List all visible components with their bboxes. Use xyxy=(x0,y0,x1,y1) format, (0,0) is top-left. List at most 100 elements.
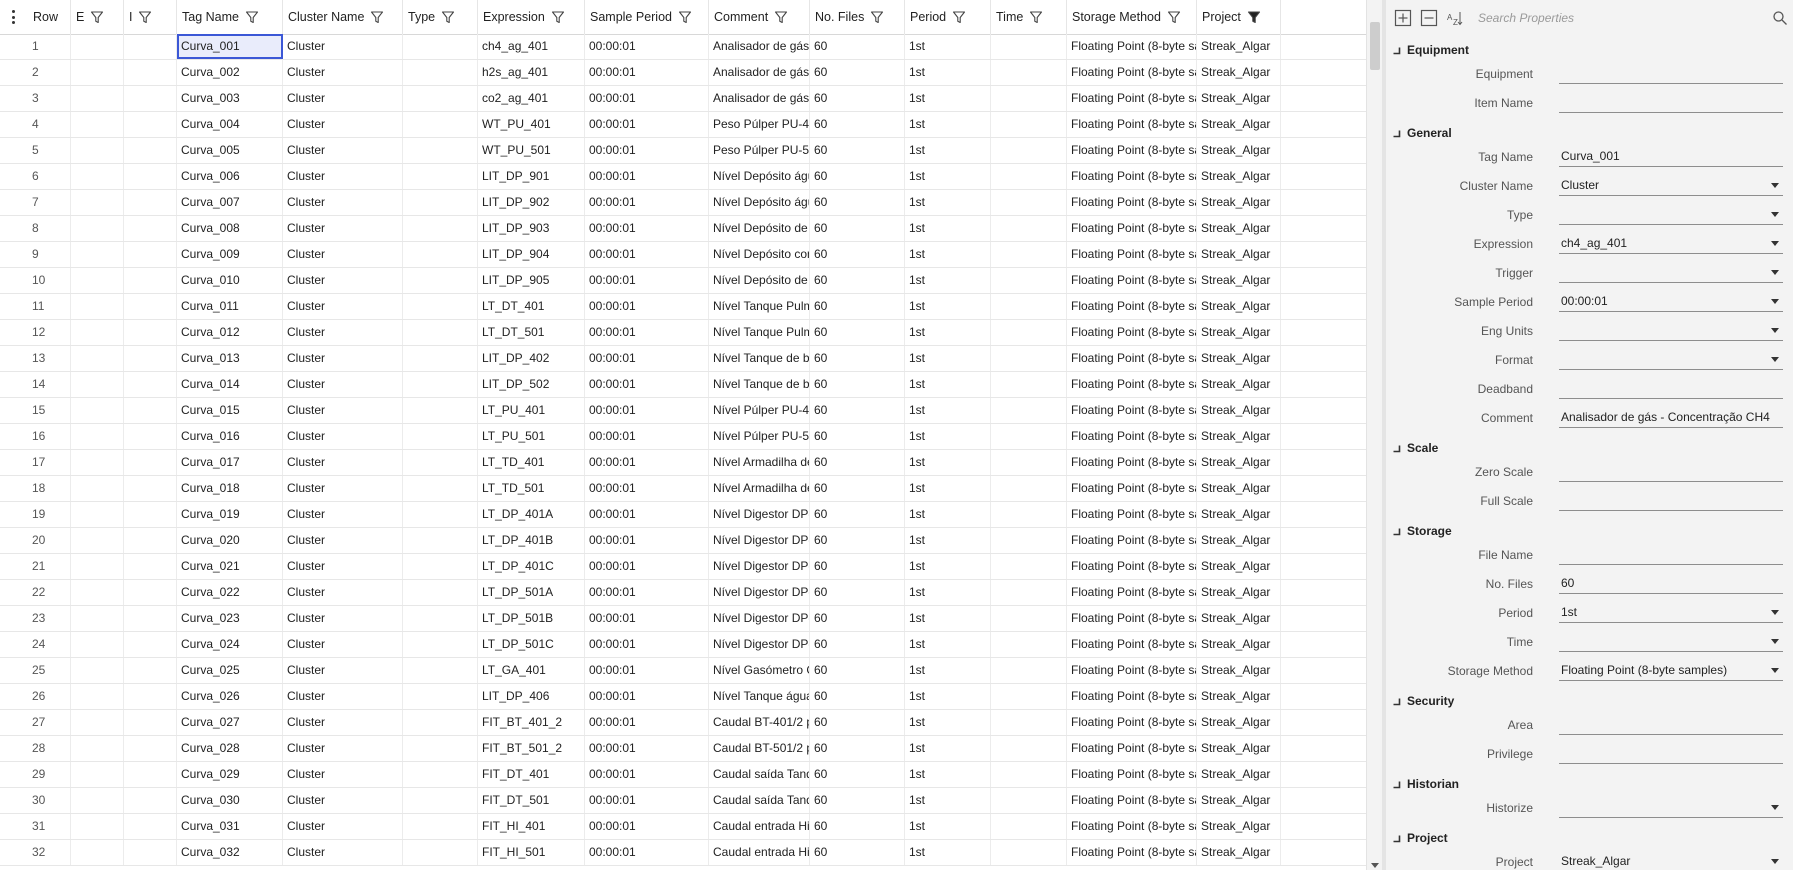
cell-type[interactable] xyxy=(403,34,478,59)
cell-c2[interactable] xyxy=(124,762,177,787)
cell-time[interactable] xyxy=(991,684,1067,709)
cell-type[interactable] xyxy=(403,580,478,605)
cell-c1[interactable] xyxy=(71,736,124,761)
cell-type[interactable] xyxy=(403,216,478,241)
cell-nofiles[interactable]: 60 xyxy=(810,424,905,449)
cell-comment[interactable]: Peso Púlper PU-40 xyxy=(709,112,810,137)
cell-expr[interactable]: LT_DP_401A xyxy=(478,502,585,527)
cell-nofiles[interactable]: 60 xyxy=(810,450,905,475)
cell-comment[interactable]: Nível Digestor DP-5 xyxy=(709,580,810,605)
grid-menu-icon[interactable] xyxy=(10,10,16,24)
section-general[interactable]: General xyxy=(1386,122,1793,144)
table-row[interactable]: 5 Curva_005 Cluster WT_PU_501 00:00:01 Peso P… xyxy=(0,138,1366,164)
cell-expr[interactable]: LT_PU_501 xyxy=(478,424,585,449)
cell-nofiles[interactable]: 60 xyxy=(810,476,905,501)
filter-icon[interactable] xyxy=(370,10,384,24)
cell-time[interactable] xyxy=(991,424,1067,449)
column-header-row[interactable]: Row xyxy=(28,0,71,34)
table-row[interactable]: 6 Curva_006 Cluster LIT_DP_901 00:00:01 Nível… xyxy=(0,164,1366,190)
section-historian[interactable]: Historian xyxy=(1386,773,1793,795)
cell-storage[interactable]: Floating Point (8-byte sar xyxy=(1067,242,1197,267)
prop-field-trigger[interactable] xyxy=(1559,261,1783,283)
cell-cluster[interactable]: Cluster xyxy=(283,112,403,137)
cell-comment[interactable]: Peso Púlper PU-50 xyxy=(709,138,810,163)
table-row[interactable]: 11 Curva_011 Cluster LT_DT_401 00:00:01 Nível… xyxy=(0,294,1366,320)
cell-sample[interactable]: 00:00:01 xyxy=(585,398,709,423)
cell-project[interactable]: Streak_Algar xyxy=(1197,346,1281,371)
cell-project[interactable]: Streak_Algar xyxy=(1197,632,1281,657)
cell-c2[interactable] xyxy=(124,164,177,189)
cell-time[interactable] xyxy=(991,788,1067,813)
cell-cluster[interactable]: Cluster xyxy=(283,502,403,527)
prop-field-format[interactable] xyxy=(1559,348,1783,370)
cell-c1[interactable] xyxy=(71,450,124,475)
cell-cluster[interactable]: Cluster xyxy=(283,34,403,59)
cell-sample[interactable]: 00:00:01 xyxy=(585,112,709,137)
prop-field-cluster-name[interactable]: Cluster xyxy=(1559,174,1783,196)
cell-expr[interactable]: LT_TD_401 xyxy=(478,450,585,475)
chevron-down-icon[interactable] xyxy=(1771,805,1779,810)
prop-field-expression[interactable]: ch4_ag_401 xyxy=(1559,232,1783,254)
column-header-time[interactable]: Time xyxy=(991,0,1067,34)
cell-expr[interactable]: FIT_BT_401_2 xyxy=(478,710,585,735)
cell-comment[interactable]: Nível Digestor DP-4 xyxy=(709,502,810,527)
cell-c1[interactable] xyxy=(71,164,124,189)
cell-expr[interactable]: LT_DP_501B xyxy=(478,606,585,631)
column-header-cluster[interactable]: Cluster Name xyxy=(283,0,403,34)
cell-sample[interactable]: 00:00:01 xyxy=(585,164,709,189)
table-row[interactable]: 22 Curva_022 Cluster LT_DP_501A 00:00:01 Níve… xyxy=(0,580,1366,606)
cell-period[interactable]: 1st xyxy=(905,814,991,839)
prop-field-period[interactable]: 1st xyxy=(1559,601,1783,623)
cell-project[interactable]: Streak_Algar xyxy=(1197,138,1281,163)
cell-storage[interactable]: Floating Point (8-byte sar xyxy=(1067,138,1197,163)
cell-project[interactable]: Streak_Algar xyxy=(1197,554,1281,579)
cell-type[interactable] xyxy=(403,164,478,189)
cell-comment[interactable]: Nível Depósito con xyxy=(709,242,810,267)
cell-comment[interactable]: Nível Digestor DP-4 xyxy=(709,554,810,579)
cell-comment[interactable]: Nível Tanque água xyxy=(709,684,810,709)
cell-project[interactable]: Streak_Algar xyxy=(1197,658,1281,683)
prop-field-storage-method[interactable]: Floating Point (8-byte samples) xyxy=(1559,659,1783,681)
cell-expr[interactable]: LIT_DP_502 xyxy=(478,372,585,397)
cell-tag[interactable]: Curva_020 xyxy=(177,528,283,553)
cell-time[interactable] xyxy=(991,528,1067,553)
grid-vertical-scrollbar[interactable] xyxy=(1366,0,1383,870)
cell-c1[interactable] xyxy=(71,112,124,137)
cell-tag[interactable]: Curva_027 xyxy=(177,710,283,735)
cell-period[interactable]: 1st xyxy=(905,372,991,397)
cell-c1[interactable] xyxy=(71,684,124,709)
cell-c1[interactable] xyxy=(71,372,124,397)
cell-expr[interactable]: LIT_DP_904 xyxy=(478,242,585,267)
cell-nofiles[interactable]: 60 xyxy=(810,268,905,293)
scrollbar-thumb[interactable] xyxy=(1370,22,1380,70)
prop-field-historize[interactable] xyxy=(1559,796,1783,818)
cell-tag[interactable]: Curva_030 xyxy=(177,788,283,813)
cell-c2[interactable] xyxy=(124,372,177,397)
cell-storage[interactable]: Floating Point (8-byte sar xyxy=(1067,190,1197,215)
cell-c1[interactable] xyxy=(71,346,124,371)
cell-c2[interactable] xyxy=(124,606,177,631)
cell-sample[interactable]: 00:00:01 xyxy=(585,216,709,241)
cell-comment[interactable]: Nível Gasómetro G xyxy=(709,658,810,683)
cell-expr[interactable]: LIT_DP_402 xyxy=(478,346,585,371)
search-input[interactable] xyxy=(1470,5,1788,31)
cell-expr[interactable]: LT_GA_401 xyxy=(478,658,585,683)
cell-expr[interactable]: FIT_DT_401 xyxy=(478,762,585,787)
cell-comment[interactable]: Nível Depósito de li xyxy=(709,216,810,241)
cell-sample[interactable]: 00:00:01 xyxy=(585,190,709,215)
cell-sample[interactable]: 00:00:01 xyxy=(585,632,709,657)
table-row[interactable]: 8 Curva_008 Cluster LIT_DP_903 00:00:01 Nível… xyxy=(0,216,1366,242)
table-row[interactable]: 14 Curva_014 Cluster LIT_DP_502 00:00:01 Níve… xyxy=(0,372,1366,398)
cell-time[interactable] xyxy=(991,476,1067,501)
cell-comment[interactable]: Nível Tanque Pulm xyxy=(709,294,810,319)
cell-time[interactable] xyxy=(991,658,1067,683)
cell-cluster[interactable]: Cluster xyxy=(283,606,403,631)
cell-project[interactable]: Streak_Algar xyxy=(1197,60,1281,85)
table-row[interactable]: 16 Curva_016 Cluster LT_PU_501 00:00:01 Nível… xyxy=(0,424,1366,450)
cell-nofiles[interactable]: 60 xyxy=(810,242,905,267)
cell-type[interactable] xyxy=(403,528,478,553)
cell-nofiles[interactable]: 60 xyxy=(810,684,905,709)
cell-storage[interactable]: Floating Point (8-byte sar xyxy=(1067,814,1197,839)
cell-cluster[interactable]: Cluster xyxy=(283,710,403,735)
cell-c1[interactable] xyxy=(71,788,124,813)
